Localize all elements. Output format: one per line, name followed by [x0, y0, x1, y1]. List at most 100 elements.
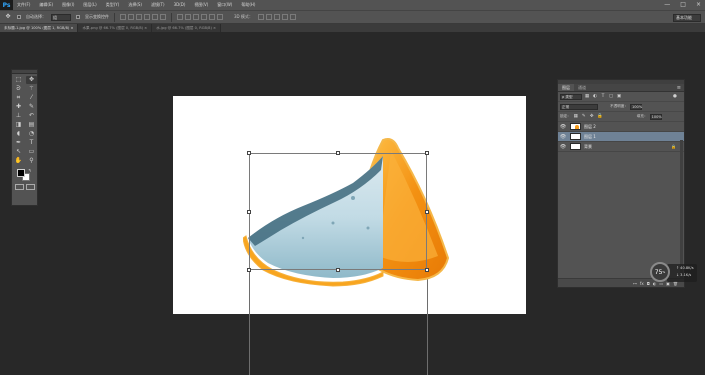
eye-icon[interactable]: 👁 — [559, 124, 567, 130]
3d-rotate-icon[interactable] — [257, 14, 264, 20]
filter-smart-object-icon[interactable]: ▣ — [616, 94, 622, 100]
menu-select[interactable]: 选择(S) — [128, 2, 142, 8]
zoom-tool-icon[interactable]: ⚲ — [26, 157, 37, 165]
close-icon[interactable]: × — [696, 1, 701, 8]
align-hcenter-icon[interactable] — [152, 14, 158, 20]
transform-handle[interactable] — [247, 268, 251, 272]
3d-pan-icon[interactable] — [273, 14, 280, 20]
menu-layer[interactable]: 图层(L) — [83, 2, 96, 8]
blend-mode-dropdown[interactable]: 正常 — [560, 103, 598, 110]
hand-tool-icon[interactable]: ✋ — [13, 157, 24, 165]
layer-row-background[interactable]: 👁 背景 🔒 — [558, 142, 684, 152]
distribute-right-icon[interactable] — [217, 14, 223, 20]
doc-tab-3[interactable]: 水.jpg @ 66.7% (图层 0, RGB/8) × — [152, 24, 222, 32]
transform-handle[interactable] — [247, 210, 251, 214]
filter-pixel-icon[interactable]: ▦ — [584, 94, 590, 100]
3d-roll-icon[interactable] — [265, 14, 272, 20]
distribute-bottom-icon[interactable] — [193, 14, 199, 20]
layer-name: 图层 1 — [584, 133, 596, 139]
link-layers-icon[interactable]: ⊶ — [633, 281, 637, 286]
fill-input[interactable]: 100% — [649, 113, 662, 120]
doc-tab-1[interactable]: 未标题-1.jpg @ 100% (图层 1, RGB/8) × — [0, 24, 79, 32]
tab-layers[interactable]: 图层 — [558, 84, 574, 91]
transform-handle[interactable] — [425, 268, 429, 272]
shape-tool-icon[interactable]: ▭ — [26, 148, 37, 156]
dodge-tool-icon[interactable]: ◔ — [26, 130, 37, 138]
menu-help[interactable]: 帮助(H) — [241, 2, 255, 8]
filter-kind-dropdown[interactable]: ρ 类型 — [560, 93, 582, 100]
lock-all-icon[interactable]: 🔒 — [597, 114, 603, 120]
eye-icon[interactable]: 👁 — [559, 144, 567, 150]
filter-shape-icon[interactable]: ▢ — [608, 94, 614, 100]
transform-handle[interactable] — [336, 151, 340, 155]
show-transform-checkbox[interactable] — [76, 15, 80, 19]
menu-3d[interactable]: 3D(D) — [174, 2, 186, 8]
transform-handle[interactable] — [425, 210, 429, 214]
foreground-color[interactable] — [17, 169, 25, 177]
menu-window[interactable]: 窗口(W) — [217, 2, 232, 8]
auto-select-checkbox[interactable] — [17, 15, 21, 19]
menu-type[interactable]: 类型(Y) — [106, 2, 120, 8]
path-select-icon[interactable]: ↖ — [13, 148, 24, 156]
screen-mode-icon[interactable] — [26, 184, 35, 190]
transform-handle[interactable] — [336, 268, 340, 272]
align-vcenter-icon[interactable] — [128, 14, 134, 20]
swap-colors-icon[interactable]: ↰ — [28, 168, 31, 173]
quick-mask-icon[interactable] — [15, 184, 24, 190]
filter-adjustment-icon[interactable]: ◐ — [592, 94, 598, 100]
layer-style-icon[interactable]: fx — [640, 281, 644, 286]
network-speed-widget[interactable]: ↑ 40.8K/s ↓ 3.1K/s 75% — [650, 262, 697, 282]
blur-tool-icon[interactable]: ◖ — [13, 130, 24, 138]
marquee-tool-icon[interactable]: ⬚ — [13, 76, 24, 84]
filter-toggle-icon[interactable]: ● — [672, 94, 678, 100]
eraser-tool-icon[interactable]: ◨ — [13, 121, 24, 129]
menu-filter[interactable]: 滤镜(T) — [151, 2, 165, 8]
eye-icon[interactable]: 👁 — [559, 134, 567, 140]
distribute-hcenter-icon[interactable] — [209, 14, 215, 20]
transform-handle[interactable] — [425, 151, 429, 155]
layer-row-layer-2[interactable]: 👁 图层 2 — [558, 122, 684, 132]
distribute-left-icon[interactable] — [201, 14, 207, 20]
magic-wand-icon[interactable]: ⚚ — [26, 85, 37, 93]
menu-file[interactable]: 文件(F) — [17, 2, 30, 8]
align-bottom-icon[interactable] — [136, 14, 142, 20]
align-right-icon[interactable] — [160, 14, 166, 20]
type-tool-icon[interactable]: T — [26, 139, 37, 147]
panel-scrollbar[interactable] — [680, 140, 683, 280]
pen-tool-icon[interactable]: ✒ — [13, 139, 24, 147]
layer-row-layer-1[interactable]: 👁 图层 1 — [558, 132, 684, 142]
move-tool-icon[interactable]: ✥ — [26, 76, 37, 84]
crop-tool-icon[interactable]: ⌗ — [13, 94, 24, 102]
history-brush-icon[interactable]: ↶ — [26, 112, 37, 120]
align-top-icon[interactable] — [120, 14, 126, 20]
minimize-icon[interactable]: — — [664, 1, 670, 8]
lasso-tool-icon[interactable]: ᘐ — [13, 85, 24, 93]
3d-slide-icon[interactable] — [281, 14, 288, 20]
align-left-icon[interactable] — [144, 14, 150, 20]
distribute-vcenter-icon[interactable] — [185, 14, 191, 20]
transform-bounding-box[interactable] — [247, 151, 429, 272]
auto-select-dropdown[interactable]: 组 — [51, 13, 71, 21]
opacity-input[interactable]: 100% — [629, 103, 642, 110]
move-tool-icon[interactable]: ✥ — [4, 13, 12, 21]
menu-view[interactable]: 视图(V) — [194, 2, 208, 8]
filter-type-icon[interactable]: T — [600, 94, 606, 100]
lock-transparent-icon[interactable]: ▦ — [573, 114, 579, 120]
menu-image[interactable]: 图像(I) — [62, 2, 74, 8]
brush-tool-icon[interactable]: ✎ — [26, 103, 37, 111]
lock-pixels-icon[interactable]: ✎ — [581, 114, 587, 120]
gradient-tool-icon[interactable]: ▤ — [26, 121, 37, 129]
panel-menu-icon[interactable]: ≡ — [677, 84, 684, 91]
3d-scale-icon[interactable] — [289, 14, 296, 20]
healing-brush-icon[interactable]: ✚ — [13, 103, 24, 111]
workspace-dropdown[interactable]: 基本功能 — [673, 14, 701, 22]
doc-tab-2[interactable]: 水果.png @ 66.7% (图层 0, RGB/8) × — [78, 24, 153, 32]
eyedropper-icon[interactable]: ⁄ — [26, 94, 37, 102]
transform-handle[interactable] — [247, 151, 251, 155]
lock-position-icon[interactable]: ✥ — [589, 114, 595, 120]
distribute-top-icon[interactable] — [177, 14, 183, 20]
clone-stamp-icon[interactable]: ⊥ — [13, 112, 24, 120]
maximize-icon[interactable]: □ — [680, 1, 686, 8]
menu-edit[interactable]: 编辑(E) — [39, 2, 53, 8]
tab-channels[interactable]: 通道 — [574, 84, 590, 91]
